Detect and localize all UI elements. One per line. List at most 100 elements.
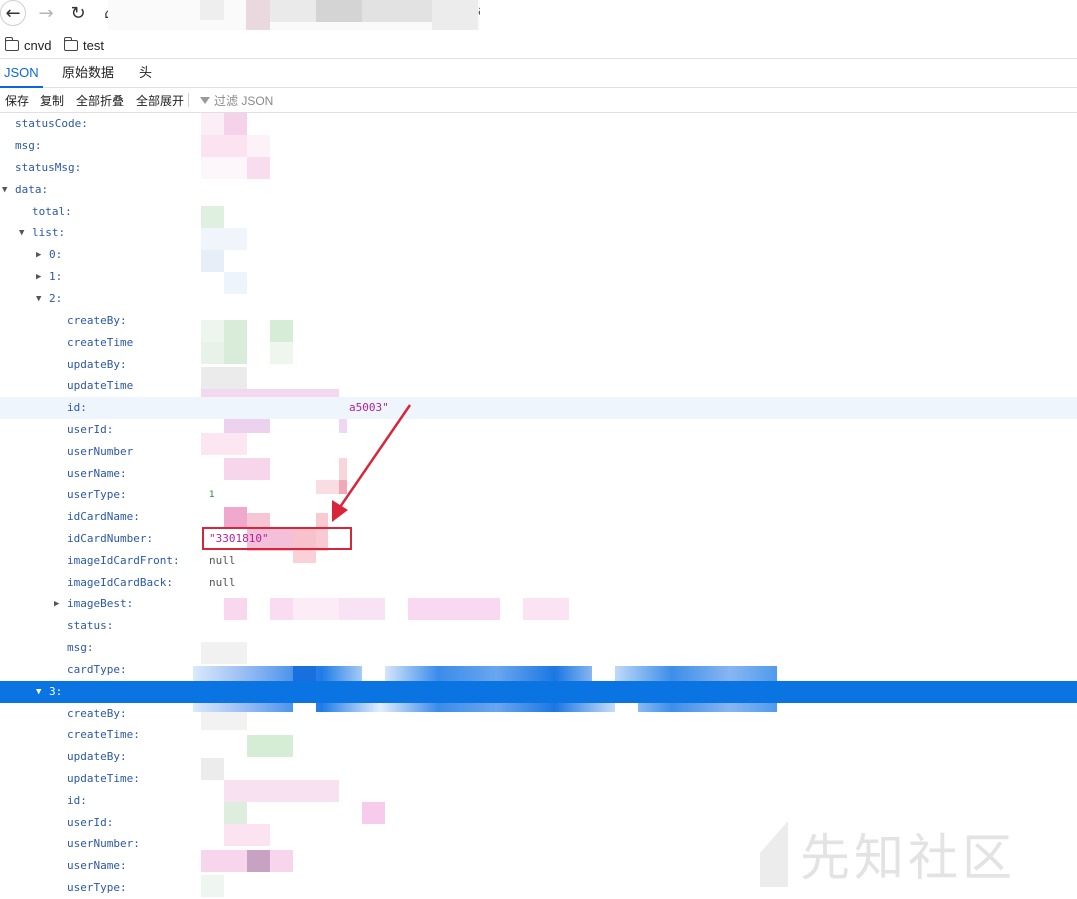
bookmark-label: cnvd (24, 37, 52, 53)
url-text: anual (478, 2, 480, 19)
json-key: createBy: (67, 707, 127, 720)
back-icon[interactable]: ← (0, 0, 26, 26)
url-pixelation (316, 0, 362, 22)
json-key: createBy: (67, 314, 127, 327)
expand-caret-down-icon[interactable]: ▼ (2, 179, 12, 201)
json-key: cardType: (67, 663, 127, 676)
json-key: id: (67, 401, 87, 414)
filter-icon (200, 97, 210, 104)
tree-row[interactable]: ▶ 1: (0, 266, 1077, 288)
json-value: null (209, 554, 236, 567)
json-key: userId: (67, 423, 114, 436)
url-pixelation (246, 0, 270, 30)
expand-all-button[interactable]: 全部展开 (136, 92, 184, 109)
json-key: msg: (67, 641, 94, 654)
viewer-toolbar: 保存 复制 全部折叠 全部展开 过滤 JSON (0, 88, 1077, 113)
tree-row[interactable]: userType: 1 (0, 484, 1077, 506)
reload-icon[interactable]: ↻ (65, 0, 91, 26)
collapse-all-button[interactable]: 全部折叠 (76, 92, 124, 109)
tree-row[interactable]: ▼ list: (0, 222, 1077, 244)
expand-caret-right-icon[interactable]: ▶ (36, 266, 46, 288)
bookmark-test[interactable]: test (63, 36, 104, 53)
tree-row[interactable]: createBy: (0, 703, 1077, 725)
tree-row[interactable]: createBy: (0, 310, 1077, 332)
tree-row[interactable]: id: a5003" (0, 397, 1077, 419)
json-key: list: (32, 226, 66, 239)
json-key: total: (32, 205, 72, 218)
tree-row[interactable]: status: (0, 615, 1077, 637)
expand-caret-right-icon[interactable]: ▶ (54, 593, 64, 615)
tree-row[interactable]: id: (0, 790, 1077, 812)
watermark-text: 先知社区 (800, 829, 1016, 887)
url-pixelation (432, 0, 478, 30)
tab-headers[interactable]: 头 (135, 59, 156, 86)
json-key: data: (15, 183, 49, 196)
filter-input[interactable]: 过滤 JSON (200, 92, 273, 109)
bookmark-label: test (83, 37, 104, 53)
forward-icon[interactable]: → (33, 0, 59, 26)
json-key: 3: (49, 685, 63, 698)
json-key: statusCode: (15, 117, 88, 130)
json-tree: statusCode: msg: statusMsg: ▼ data: total: ▼ li… (0, 113, 1077, 899)
tree-row[interactable]: updateTime (0, 375, 1077, 397)
url-pixelation (362, 0, 432, 22)
expand-caret-right-icon[interactable]: ▶ (36, 244, 46, 266)
tree-row[interactable]: userId: (0, 419, 1077, 441)
json-key: createTime (67, 336, 134, 349)
browser-navbar: ← → ↻ ⌂ anual (0, 0, 1077, 30)
tree-row[interactable]: createTime: (0, 724, 1077, 746)
tree-row[interactable]: ▶ 0: (0, 244, 1077, 266)
url-bar[interactable]: anual (108, 0, 480, 30)
json-key: updateTime (67, 379, 134, 392)
json-key: updateBy: (67, 358, 127, 371)
tree-row[interactable]: ▼ data: (0, 179, 1077, 201)
filter-placeholder: 过滤 JSON (214, 94, 274, 108)
tree-row[interactable]: updateTime: (0, 768, 1077, 790)
copy-button[interactable]: 复制 (40, 92, 64, 109)
json-key: userId: (67, 816, 114, 829)
tree-row[interactable]: imageIdCardBack: null (0, 572, 1077, 594)
json-key: userNumber (67, 445, 134, 458)
json-key: userName: (67, 859, 127, 872)
tree-row[interactable]: userName: (0, 463, 1077, 485)
json-key: updateTime: (67, 772, 140, 785)
tab-raw-data[interactable]: 原始数据 (58, 59, 118, 86)
tree-row[interactable]: statusCode: (0, 113, 1077, 135)
tree-row[interactable]: msg: (0, 637, 1077, 659)
json-key: 0: (49, 248, 63, 261)
json-key: userType: (67, 881, 127, 894)
json-key: statusMsg: (15, 161, 82, 174)
tree-row[interactable]: imageIdCardFront: null (0, 550, 1077, 572)
json-key: createTime: (67, 728, 140, 741)
tree-row[interactable]: userNumber (0, 441, 1077, 463)
tree-row[interactable]: cardType: (0, 659, 1077, 681)
folder-icon (63, 36, 78, 51)
json-key: id: (67, 794, 87, 807)
tree-row[interactable]: createTime (0, 332, 1077, 354)
json-key: imageIdCardFront: (67, 554, 180, 567)
json-key: imageBest: (67, 597, 134, 610)
json-key: userNumber: (67, 837, 140, 850)
json-key: userType: (67, 488, 127, 501)
json-value: null (209, 576, 236, 589)
tree-row[interactable]: idCardNumber: "3301810" (0, 528, 1077, 550)
tree-row[interactable]: updateBy: (0, 354, 1077, 376)
tree-row[interactable]: statusMsg: (0, 157, 1077, 179)
expand-caret-down-icon[interactable]: ▼ (36, 288, 46, 310)
expand-caret-down-icon[interactable]: ▼ (36, 681, 46, 703)
tree-row[interactable]: updateBy: (0, 746, 1077, 768)
tree-row[interactable]: ▼ 3: (0, 681, 1077, 703)
tab-json[interactable]: JSON (0, 59, 43, 88)
tree-row[interactable]: total: (0, 201, 1077, 223)
tree-row[interactable]: idCardName: (0, 506, 1077, 528)
tree-row[interactable]: ▶ imageBest: (0, 593, 1077, 615)
expand-caret-down-icon[interactable]: ▼ (19, 222, 29, 244)
json-key: status: (67, 619, 114, 632)
save-button[interactable]: 保存 (5, 92, 29, 109)
tree-row[interactable]: ▼ 2: (0, 288, 1077, 310)
json-key: userName: (67, 467, 127, 480)
json-key: 2: (49, 292, 63, 305)
tree-row[interactable]: msg: (0, 135, 1077, 157)
bookmark-cnvd[interactable]: cnvd (4, 36, 52, 53)
annotation-highlight-box (202, 527, 352, 550)
